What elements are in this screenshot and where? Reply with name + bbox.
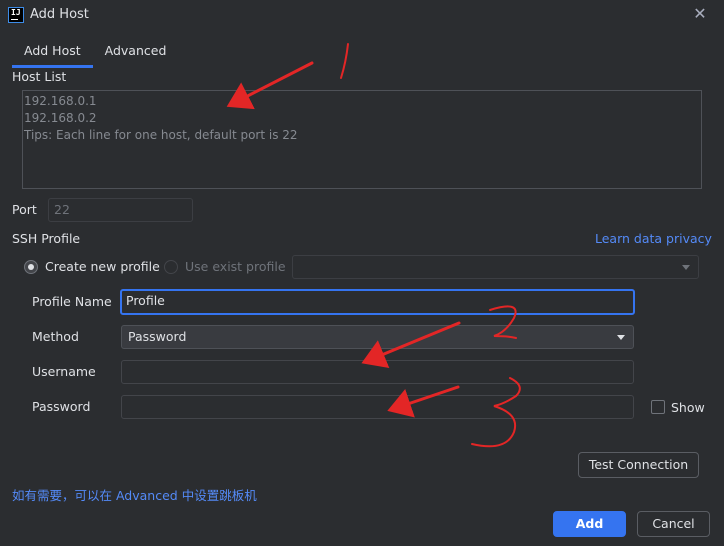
- learn-data-privacy-link[interactable]: Learn data privacy: [595, 231, 712, 246]
- method-value: Password: [128, 329, 187, 344]
- annotation-number-1: [340, 43, 349, 79]
- create-new-profile-label[interactable]: Create new profile: [45, 259, 160, 274]
- use-exist-profile-radio[interactable]: [164, 260, 178, 274]
- port-label: Port: [12, 202, 37, 217]
- tab-bar: Add Host Advanced: [12, 40, 178, 68]
- host-list-label: Host List: [12, 69, 67, 84]
- password-input[interactable]: [121, 395, 634, 419]
- tab-add-host[interactable]: Add Host: [12, 40, 93, 68]
- password-label: Password: [32, 399, 91, 414]
- close-icon[interactable]: ✕: [692, 6, 708, 22]
- chevron-down-icon: [617, 335, 625, 340]
- port-input[interactable]: 22: [48, 198, 193, 222]
- dialog-title: Add Host: [30, 7, 89, 22]
- use-exist-profile-label[interactable]: Use exist profile: [185, 259, 286, 274]
- host-list-line: 192.168.0.1: [24, 94, 97, 108]
- cancel-button[interactable]: Cancel: [637, 511, 710, 537]
- add-button[interactable]: Add: [553, 511, 626, 537]
- chevron-down-icon: [682, 265, 690, 270]
- create-new-profile-radio[interactable]: [24, 260, 38, 274]
- host-list-tip: Tips: Each line for one host, default po…: [24, 128, 298, 142]
- show-password-label[interactable]: Show: [671, 400, 705, 415]
- profile-name-label: Profile Name: [32, 294, 112, 309]
- username-input[interactable]: [121, 360, 634, 384]
- host-list-textarea[interactable]: 192.168.0.1 192.168.0.2 Tips: Each line …: [22, 90, 702, 189]
- title-bar: IJ Add Host ✕: [0, 0, 724, 30]
- method-label: Method: [32, 329, 79, 344]
- profile-name-input[interactable]: Profile: [120, 289, 635, 315]
- intellij-app-icon: IJ: [8, 7, 24, 23]
- host-list-line: 192.168.0.2: [24, 111, 97, 125]
- tab-advanced[interactable]: Advanced: [93, 40, 179, 68]
- jump-host-hint: 如有需要，可以在 Advanced 中设置跳板机: [12, 488, 257, 503]
- exist-profile-select[interactable]: [292, 255, 699, 279]
- ssh-profile-label: SSH Profile: [12, 231, 81, 246]
- show-password-checkbox[interactable]: [651, 400, 665, 414]
- method-select[interactable]: Password: [121, 325, 634, 349]
- test-connection-button[interactable]: Test Connection: [578, 452, 699, 478]
- username-label: Username: [32, 364, 96, 379]
